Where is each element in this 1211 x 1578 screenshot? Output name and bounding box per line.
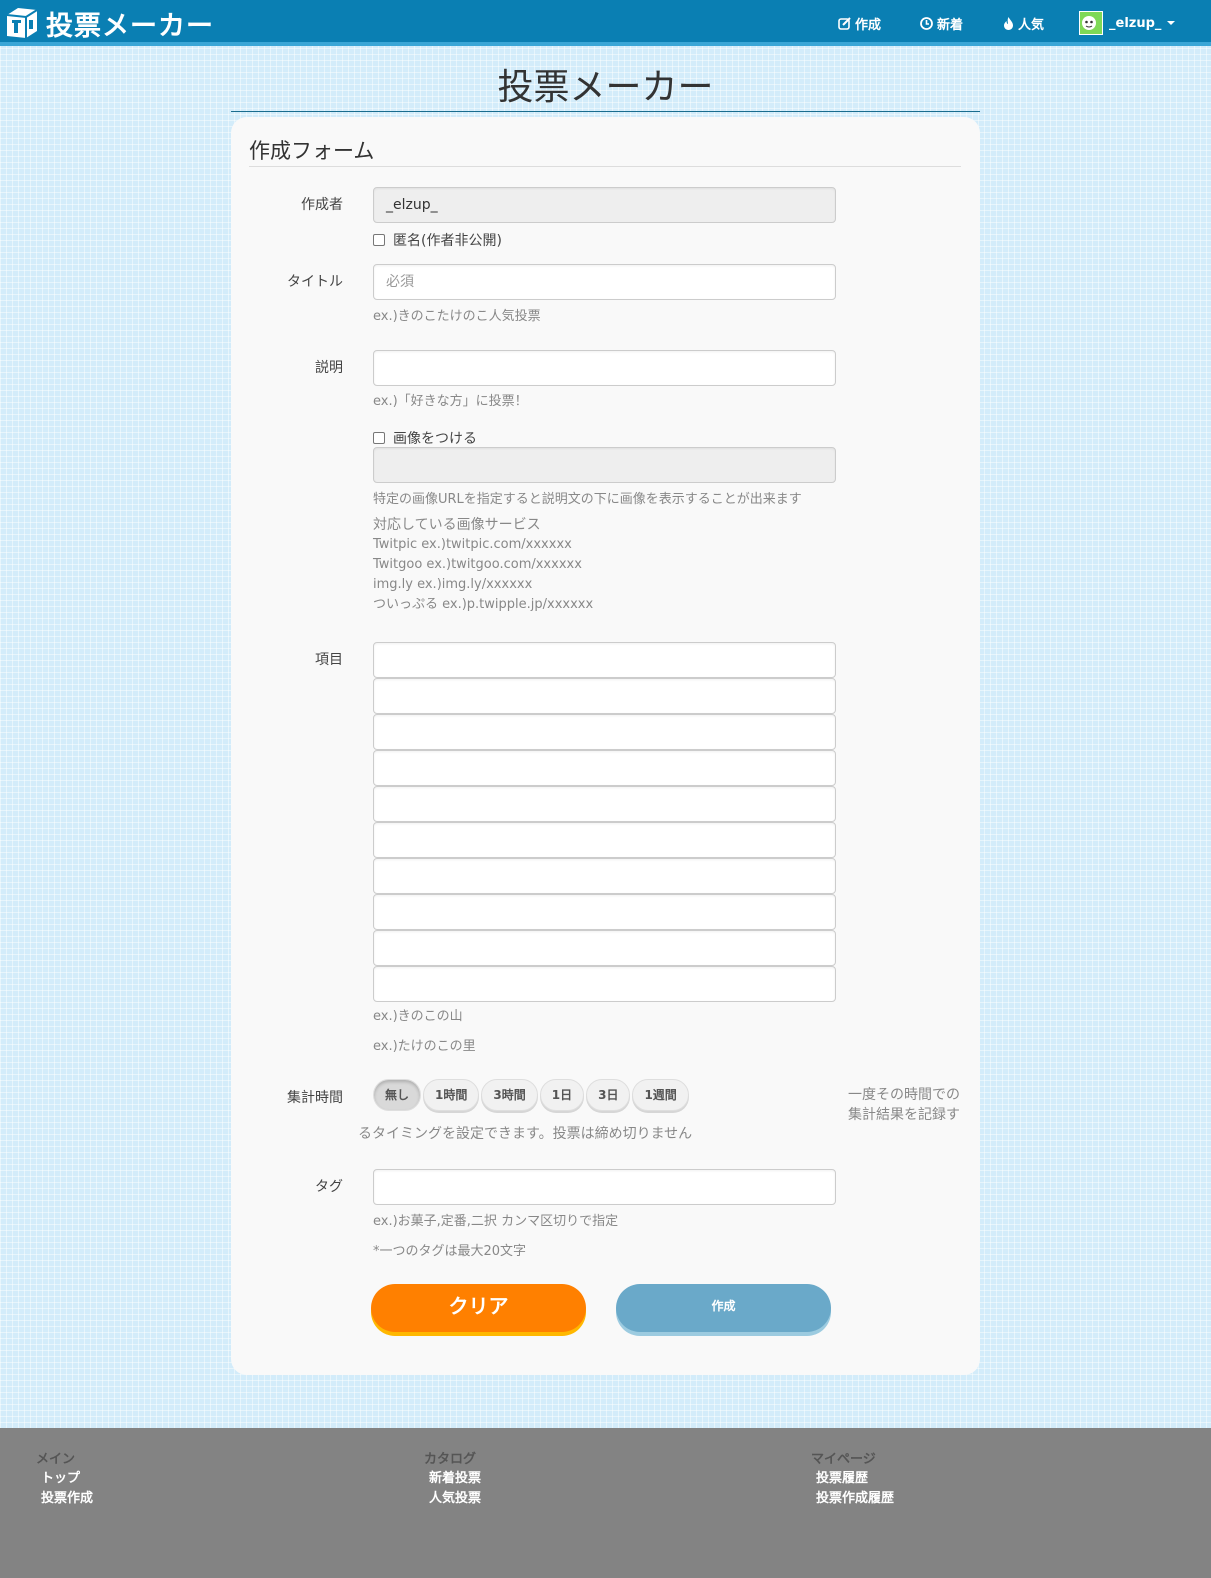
period-option-1h[interactable]: 1時間	[423, 1079, 480, 1111]
nav-new-label: 新着	[937, 18, 964, 33]
footer-column-catalog: カタログ 新着投票 人気投票	[424, 1448, 481, 1509]
nav-create-link[interactable]: 作成	[838, 14, 881, 33]
period-note-line1: 一度その時間での	[848, 1087, 960, 1103]
tags-input[interactable]	[373, 1169, 836, 1205]
description-label: 説明	[315, 360, 343, 376]
form-heading-divider	[249, 166, 961, 167]
clear-button[interactable]: クリア	[371, 1284, 586, 1332]
item-input-3[interactable]	[373, 714, 836, 750]
brand-name: 投票メーカー	[46, 10, 214, 42]
items-help-2: ex.)たけのこの里	[373, 1039, 476, 1054]
item-input-10[interactable]	[373, 966, 836, 1002]
period-note-line3: るタイミングを設定できます。投票は締め切りません	[358, 1126, 693, 1142]
description-input[interactable]	[373, 350, 836, 386]
period-note-line2: 集計結果を記録す	[848, 1107, 960, 1123]
description-help: ex.)「好きな方」に投票！	[373, 394, 528, 409]
image-services-list: 対応している画像サービス Twitpic ex.)twitpic.com/xxx…	[373, 515, 593, 615]
item-input-7[interactable]	[373, 858, 836, 894]
fire-icon	[1004, 17, 1013, 30]
nav-create-label: 作成	[855, 18, 882, 33]
item-input-6[interactable]	[373, 822, 836, 858]
title-help: ex.)きのこたけのこ人気投票	[373, 309, 541, 324]
create-form-card: 作成フォーム 作成者 _elzup_ 匿名(作者非公開) タイトル 必須 ex.…	[231, 117, 980, 1375]
avatar	[1079, 11, 1103, 35]
page-title: 投票メーカー	[497, 67, 714, 108]
items-help-1: ex.)きのこの山	[373, 1009, 463, 1024]
anonymous-checkbox[interactable]	[373, 234, 385, 246]
period-note: 一度その時間での 集計結果を記録す	[848, 1085, 968, 1125]
footer-column-main: メイン トップ 投票作成	[36, 1448, 93, 1509]
author-label: 作成者	[301, 197, 343, 213]
ballot-box-logo-icon	[6, 8, 38, 38]
footer-column-mypage: マイページ 投票履歴 投票作成履歴	[811, 1448, 894, 1509]
nav-popular-link[interactable]: 人気	[1003, 14, 1044, 33]
footer-heading-catalog: カタログ	[424, 1452, 477, 1467]
create-button[interactable]: 作成	[616, 1284, 831, 1332]
caret-down-icon	[1167, 21, 1176, 25]
footer-link-vote-history[interactable]: 投票履歴	[816, 1469, 894, 1489]
period-label: 集計時間	[287, 1090, 343, 1106]
service-item: img.ly ex.)img.ly/xxxxxx	[373, 577, 533, 592]
image-help: 特定の画像URLを指定すると説明文の下に画像を表示することが出来ます	[373, 492, 802, 507]
anonymous-checkbox-row[interactable]: 匿名(作者非公開)	[373, 230, 502, 250]
footer-link-top[interactable]: トップ	[41, 1469, 93, 1489]
service-item: Twitpic ex.)twitpic.com/xxxxxx	[373, 537, 572, 552]
period-option-1w[interactable]: 1週間	[632, 1079, 689, 1111]
user-face-icon	[1082, 16, 1096, 30]
edit-icon	[838, 17, 851, 30]
image-url-input	[373, 447, 836, 483]
image-checkbox-row[interactable]: 画像をつける	[373, 428, 477, 448]
author-value: _elzup_	[386, 197, 438, 213]
navbar: 投票メーカー 作成 新着 人気 _elzup_	[0, 0, 1211, 46]
period-button-group: 無し 1時間 3時間 1日 3日 1週間	[373, 1079, 691, 1111]
footer-link-new-polls[interactable]: 新着投票	[429, 1469, 481, 1489]
user-name: _elzup_	[1109, 15, 1162, 31]
period-option-none[interactable]: 無し	[373, 1079, 422, 1111]
form-heading: 作成フォーム	[249, 139, 375, 163]
period-option-3d[interactable]: 3日	[586, 1079, 631, 1111]
item-input-8[interactable]	[373, 894, 836, 930]
anonymous-label: 匿名(作者非公開)	[393, 233, 502, 249]
image-checkbox[interactable]	[373, 432, 385, 444]
period-option-1d[interactable]: 1日	[539, 1079, 585, 1111]
item-input-2[interactable]	[373, 678, 836, 714]
item-input-1[interactable]	[373, 642, 836, 678]
period-option-3h[interactable]: 3時間	[481, 1079, 538, 1111]
image-checkbox-label: 画像をつける	[393, 431, 477, 447]
item-input-9[interactable]	[373, 930, 836, 966]
item-input-4[interactable]	[373, 750, 836, 786]
title-label: タイトル	[287, 274, 343, 290]
brand-link[interactable]: 投票メーカー	[4, 4, 214, 42]
title-placeholder: 必須	[386, 274, 414, 290]
item-input-5[interactable]	[373, 786, 836, 822]
title-divider	[231, 111, 980, 112]
items-label: 項目	[315, 652, 343, 668]
tags-help-2: *一つのタグは最大20文字	[373, 1244, 527, 1259]
tags-label: タグ	[315, 1179, 343, 1195]
footer-link-create-history[interactable]: 投票作成履歴	[816, 1489, 894, 1509]
nav-popular-label: 人気	[1018, 18, 1045, 33]
title-input[interactable]: 必須	[373, 264, 836, 300]
service-item: ついっぷる ex.)p.twipple.jp/xxxxxx	[373, 597, 594, 612]
footer: メイン トップ 投票作成 カタログ 新着投票 人気投票 マイページ 投票履歴 投…	[0, 1428, 1211, 1578]
nav-new-link[interactable]: 新着	[920, 14, 963, 33]
tags-help-1: ex.)お菓子,定番,二択 カンマ区切りで指定	[373, 1214, 619, 1229]
author-field: _elzup_	[373, 187, 836, 223]
footer-link-popular-polls[interactable]: 人気投票	[429, 1489, 481, 1509]
footer-link-create-poll[interactable]: 投票作成	[41, 1489, 93, 1509]
user-menu-dropdown[interactable]: _elzup_	[1079, 11, 1176, 35]
footer-heading-main: メイン	[36, 1452, 76, 1467]
service-item: Twitgoo ex.)twitgoo.com/xxxxxx	[373, 557, 582, 572]
footer-heading-mypage: マイページ	[811, 1452, 876, 1467]
services-heading: 対応している画像サービス	[373, 517, 541, 533]
clock-icon	[920, 17, 933, 30]
